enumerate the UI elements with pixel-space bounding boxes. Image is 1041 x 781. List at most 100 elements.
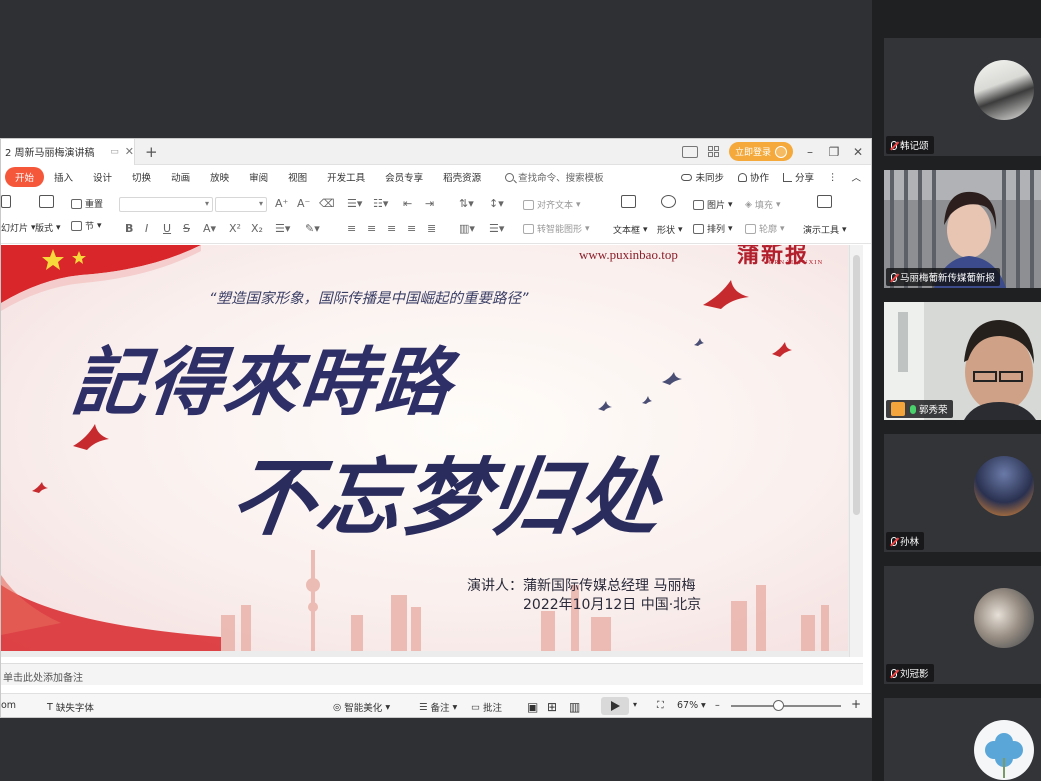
zoom-out-icon[interactable]: – [715, 700, 720, 711]
subscript-icon[interactable]: X₂ [251, 222, 263, 235]
section-button[interactable]: 节 ▾ [71, 219, 102, 232]
superscript-icon[interactable]: X² [229, 222, 241, 235]
font-family-select[interactable]: ▾ [119, 197, 213, 212]
reading-view-icon[interactable]: ▥ [569, 700, 580, 714]
vertical-scrollbar[interactable] [849, 245, 863, 657]
participant-tile[interactable]: 刘冠影 [884, 566, 1041, 684]
zoom-slider-handle[interactable] [773, 700, 784, 711]
menu-tab-review[interactable]: 审阅 [239, 167, 278, 187]
menu-tab-animation[interactable]: 动画 [161, 167, 200, 187]
paragraph-spacing-icon[interactable]: ☰▾ [489, 222, 504, 235]
add-tab-icon[interactable]: + [145, 143, 158, 161]
italic-icon[interactable]: I [145, 222, 148, 235]
zoom-level[interactable]: 67% [677, 700, 698, 711]
play-slideshow-button[interactable] [601, 697, 629, 715]
shape-button[interactable] [661, 195, 676, 208]
align-text-button[interactable]: 对齐文本 ▾ [523, 198, 581, 211]
minimize-icon[interactable]: – [803, 145, 817, 159]
document-tab[interactable]: 2 周新马丽梅演讲稿 ▭ ✕ [1, 138, 135, 165]
close-tab-icon[interactable]: ✕ [125, 145, 134, 158]
reset-button[interactable]: 重置 [71, 197, 103, 210]
sorter-view-icon[interactable]: ⊞ [547, 700, 557, 714]
layout-label-button[interactable]: 版式 ▾ [35, 221, 61, 235]
text-direction-icon[interactable]: ⇅▾ [459, 197, 474, 210]
participant-video-tile[interactable]: 郭秀荣 [884, 302, 1041, 420]
participant-tile[interactable] [884, 698, 1041, 781]
play-options-icon[interactable]: ▾ [633, 700, 637, 709]
presenter-tools-button[interactable] [817, 195, 832, 208]
columns-icon[interactable]: ▥▾ [459, 222, 475, 235]
fit-window-icon[interactable]: ⛶ [657, 700, 664, 711]
participant-name: 马丽梅葡新传媒葡新报 [900, 273, 996, 284]
strikethrough-icon[interactable]: S [183, 222, 190, 235]
presenter-tools-label-button[interactable]: 演示工具 ▾ [803, 223, 847, 237]
collapse-ribbon-icon[interactable]: ︿ [851, 170, 861, 184]
increase-indent-icon[interactable]: ⇥ [425, 197, 434, 210]
sync-button[interactable]: 未同步 [681, 170, 724, 184]
outline-button[interactable]: 轮廓 ▾ [745, 222, 785, 235]
arrange-button[interactable]: 排列 ▾ [693, 222, 733, 235]
layout-icon[interactable] [681, 145, 698, 158]
zoom-slider[interactable] [731, 705, 841, 707]
decrease-indent-icon[interactable]: ⇤ [403, 197, 412, 210]
textbox-label-button[interactable]: 文本框 ▾ [613, 223, 648, 237]
underline-icon[interactable]: U [163, 222, 171, 235]
login-button[interactable]: 立即登录 [728, 142, 793, 161]
menu-tab-resources[interactable]: 稻壳资源 [433, 167, 491, 187]
participant-video-tile[interactable]: 马丽梅葡新传媒葡新报 [884, 170, 1041, 288]
chevron-down-icon[interactable]: ▾ [701, 700, 706, 711]
close-window-icon[interactable]: ✕ [851, 145, 865, 159]
new-slide-button[interactable] [1, 195, 11, 208]
normal-view-icon[interactable]: ▣ [527, 700, 538, 714]
menu-tab-slideshow[interactable]: 放映 [200, 167, 239, 187]
slide-speaker: 演讲人：蒲新国际传媒总经理 马丽梅 [467, 578, 696, 594]
slide-canvas[interactable]: www.puxinbao.top 蒲新报 JORNAL PUXIN “塑造国家形… [1, 245, 848, 651]
distribute-icon[interactable]: ≣ [427, 222, 436, 235]
zoom-in-icon[interactable]: + [851, 697, 861, 711]
menu-tab-insert[interactable]: 插入 [44, 167, 83, 187]
highlight-icon[interactable]: ✎▾ [305, 222, 320, 235]
bold-icon[interactable]: B [125, 222, 133, 235]
participant-tile[interactable]: 韩记颂 [884, 38, 1041, 156]
align-center-icon[interactable]: ≡ [367, 222, 376, 235]
notes-toggle-button[interactable]: ☰ 备注 ▾ [419, 700, 457, 715]
convert-smartart-button[interactable]: 转智能图形 ▾ [523, 222, 590, 235]
picture-button[interactable]: 图片 ▾ [693, 198, 733, 211]
numbered-list-icon[interactable]: ☷▾ [373, 197, 388, 210]
menu-tab-view[interactable]: 视图 [278, 167, 317, 187]
justify-icon[interactable]: ≡ [407, 222, 416, 235]
menu-tab-member[interactable]: 会员专享 [375, 167, 433, 187]
collab-button[interactable]: 协作 [737, 170, 769, 184]
textbox-button[interactable] [621, 195, 636, 208]
restore-icon[interactable]: ❐ [827, 145, 841, 159]
line-spacing-icon[interactable]: ↕▾ [489, 197, 504, 210]
clear-format-icon[interactable]: ⌫ [319, 197, 335, 210]
font-size-select[interactable]: ▾ [215, 197, 267, 212]
pin-icon[interactable]: ▭ [110, 147, 119, 157]
layout-button[interactable] [39, 195, 54, 208]
font-color-icon[interactable]: A▾ [203, 222, 216, 235]
command-search[interactable]: 查找命令、搜索模板 [505, 170, 604, 184]
shape-label-button[interactable]: 形状 ▾ [657, 223, 683, 237]
menu-tab-design[interactable]: 设计 [83, 167, 122, 187]
increase-font-icon[interactable]: A⁺ [275, 197, 288, 210]
apps-grid-icon[interactable] [707, 146, 719, 157]
decrease-font-icon[interactable]: A⁻ [297, 197, 310, 210]
char-spacing-icon[interactable]: ☰▾ [275, 222, 290, 235]
align-right-icon[interactable]: ≡ [387, 222, 396, 235]
share-button[interactable]: 分享 [782, 170, 814, 184]
participant-tile[interactable]: 孙林 [884, 434, 1041, 552]
bullet-list-icon[interactable]: ☰▾ [347, 197, 362, 210]
beautify-button[interactable]: ◎ 智能美化 ▾ [333, 700, 390, 715]
menu-tab-developer[interactable]: 开发工具 [317, 167, 375, 187]
menu-tab-home[interactable]: 开始 [5, 167, 45, 187]
scrollbar-thumb[interactable] [853, 255, 860, 515]
more-icon[interactable]: ⋮ [828, 172, 838, 183]
new-slide-label-button[interactable]: 幻灯片 ▾ [1, 221, 36, 235]
fill-button[interactable]: ◈ 填充 ▾ [745, 198, 780, 212]
notes-pane[interactable]: 单击此处添加备注 [1, 663, 863, 685]
align-left-icon[interactable]: ≡ [347, 222, 356, 235]
menu-tab-transition[interactable]: 切换 [122, 167, 161, 187]
comments-button[interactable]: ▭ 批注 [471, 700, 502, 715]
missing-fonts-button[interactable]: T 缺失字体 [47, 700, 94, 715]
